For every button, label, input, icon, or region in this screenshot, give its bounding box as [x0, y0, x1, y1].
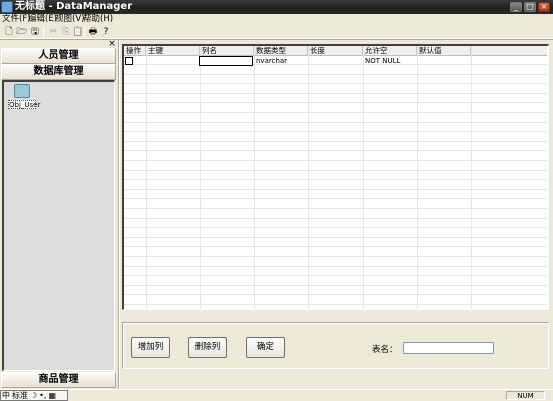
object-label[interactable]: Obj_User [8, 100, 40, 109]
grid-column-line [308, 46, 309, 309]
table-row[interactable] [124, 152, 547, 161]
minimize-button[interactable]: _ [510, 2, 522, 12]
col-name[interactable]: 列名 [200, 46, 254, 56]
nav-personnel-button[interactable]: 人员管理 [1, 48, 116, 64]
col-type[interactable]: 数据类型 [254, 46, 308, 56]
table-name-input[interactable] [403, 342, 494, 354]
grid-column-line [363, 46, 364, 309]
table-row[interactable] [124, 171, 547, 181]
ime-standard[interactable]: 标准 [11, 391, 29, 400]
table-row[interactable] [124, 210, 547, 219]
window-title: 无标题 - DataManager [15, 1, 133, 12]
table-row[interactable] [124, 277, 547, 286]
grid-column-line [417, 46, 418, 309]
save-icon[interactable]: 🖫 [29, 26, 41, 38]
maximize-button[interactable]: □ [524, 2, 536, 12]
ime-toolbar[interactable]: 中标准 ☽ •, ▦ [0, 390, 68, 401]
grid-column-line [146, 46, 147, 309]
toolbar-separator [43, 27, 44, 37]
table-row[interactable] [124, 133, 547, 142]
print-icon[interactable]: 🖶 [87, 26, 99, 38]
table-row[interactable] [124, 142, 547, 152]
table-row[interactable] [124, 238, 547, 248]
sidebar-close-icon[interactable]: × [108, 40, 116, 49]
table-row[interactable] [124, 258, 547, 267]
title-bar: 无标题 - DataManager _ □ × [0, 0, 553, 14]
ime-halfwidth-icon[interactable]: ☽ [29, 391, 38, 400]
open-folder-icon[interactable]: 🗁 [16, 26, 28, 38]
ime-keyboard-icon[interactable]: ▦ [47, 391, 57, 400]
table-row[interactable] [124, 306, 547, 315]
col-action[interactable]: 操作 [124, 46, 146, 56]
table-row[interactable] [124, 162, 547, 171]
table-row[interactable] [124, 229, 547, 238]
table-row[interactable] [124, 104, 547, 113]
splitter[interactable] [118, 40, 120, 389]
row-select-checkbox[interactable] [125, 57, 133, 65]
app-icon [1, 1, 13, 13]
table-row[interactable] [124, 296, 547, 305]
ime-mode-icon[interactable]: 中 [1, 391, 11, 400]
cell-type[interactable]: nvarchar [256, 57, 287, 66]
column-name-input[interactable] [199, 56, 253, 66]
table-row[interactable] [124, 219, 547, 229]
table-row[interactable] [124, 94, 547, 104]
col-default[interactable]: 默认值 [417, 46, 471, 56]
menu-bar: 文件(F) 编辑(E) 视图(V) 帮助(H) [0, 14, 553, 25]
delete-column-button[interactable]: 删除列 [188, 337, 227, 358]
nav-goods-button[interactable]: 商品管理 [1, 372, 116, 388]
toolbar: 🗋 🗁 🖫 ✂ ⎘ 📋 🖶 ? [0, 25, 553, 39]
nav-database-button[interactable]: 数据库管理 [1, 64, 116, 80]
grid-column-line [200, 46, 201, 309]
table-name-label: 表名： [372, 345, 398, 355]
table-row[interactable] [124, 114, 547, 123]
table-row[interactable] [124, 267, 547, 277]
ime-punct-icon[interactable]: •, [38, 391, 47, 400]
cell-nullable[interactable]: NOT NULL [365, 57, 400, 66]
table-row[interactable] [124, 123, 547, 133]
add-column-button[interactable]: 增加列 [131, 337, 170, 358]
table-row[interactable] [124, 75, 547, 85]
table-row[interactable] [124, 85, 547, 94]
table-row[interactable] [124, 286, 547, 296]
table-row[interactable] [124, 56, 547, 65]
copy-icon[interactable]: ⎘ [60, 26, 72, 38]
cut-icon[interactable]: ✂ [47, 26, 59, 38]
paste-icon[interactable]: 📋 [72, 26, 84, 38]
toolbar-separator [84, 27, 85, 37]
table-row[interactable] [124, 66, 547, 75]
menu-edit[interactable]: 编辑(E) [28, 14, 57, 25]
table-row[interactable] [124, 248, 547, 257]
table-row[interactable] [124, 181, 547, 190]
confirm-button[interactable]: 确定 [246, 337, 285, 358]
col-primary-key[interactable]: 主键 [146, 46, 200, 56]
col-nullable[interactable]: 允许空 [363, 46, 417, 56]
close-button[interactable]: × [538, 2, 550, 12]
grid-column-line [254, 46, 255, 309]
col-length[interactable]: 长度 [308, 46, 363, 56]
menu-view[interactable]: 视图(V) [55, 14, 84, 25]
table-row[interactable] [124, 200, 547, 209]
num-lock-indicator: NUM [506, 391, 545, 400]
help-icon[interactable]: ? [100, 26, 112, 38]
new-file-icon[interactable]: 🗋 [3, 26, 15, 38]
database-object-icon[interactable] [14, 84, 30, 98]
menu-help[interactable]: 帮助(H) [83, 14, 113, 25]
database-object-panel [2, 80, 115, 371]
grid-header: 操作 主键 列名 数据类型 长度 允许空 默认值 [124, 46, 547, 56]
status-bar [0, 389, 553, 401]
table-row[interactable] [124, 190, 547, 200]
menu-file[interactable]: 文件(F) [2, 14, 31, 25]
grid-column-line [471, 46, 472, 309]
